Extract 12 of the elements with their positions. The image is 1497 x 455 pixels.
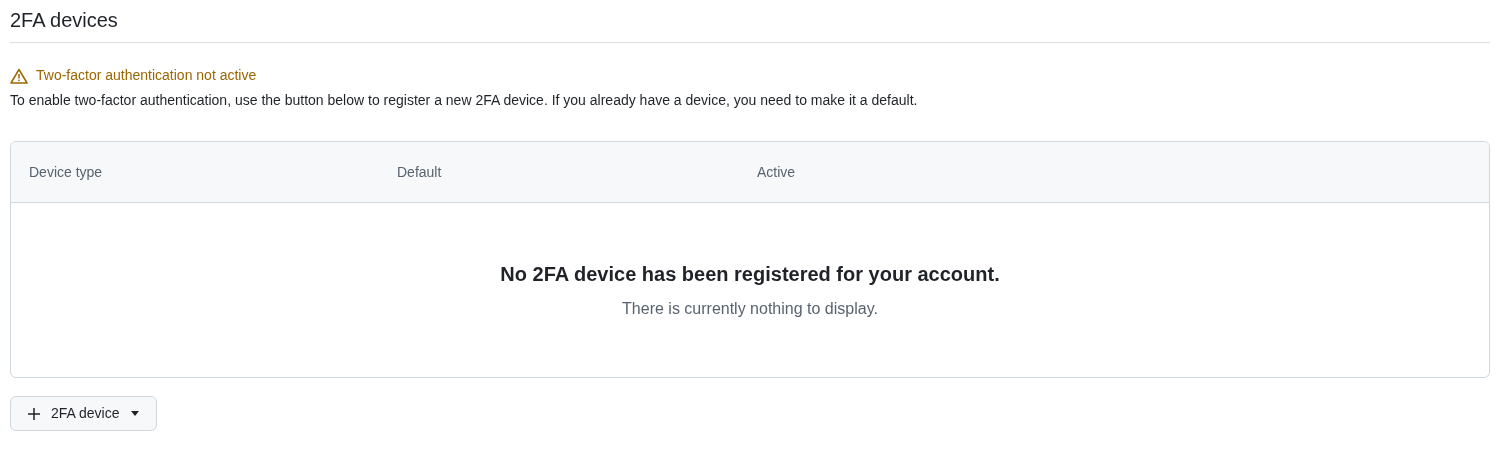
section-heading: 2FA devices	[10, 8, 1490, 43]
warning-text: To enable two-factor authentication, use the button below to register a new 2FA device. If you already have a device, you need to make it a default.	[10, 91, 919, 110]
column-header: Device type	[29, 162, 104, 182]
warning-title: Two-factor authentication not active	[36, 66, 257, 85]
column-header: Active	[757, 162, 796, 182]
plus-icon	[27, 406, 41, 421]
caret-icon	[129, 410, 140, 417]
warning-icon	[10, 67, 28, 84]
add-device-button[interactable]: 2FA device	[10, 396, 157, 431]
empty-state-title: No 2FA device has been registered for your account.	[500, 262, 1000, 287]
column-header: Default	[397, 162, 443, 182]
empty-state-text: There is currently nothing to display.	[622, 299, 878, 319]
